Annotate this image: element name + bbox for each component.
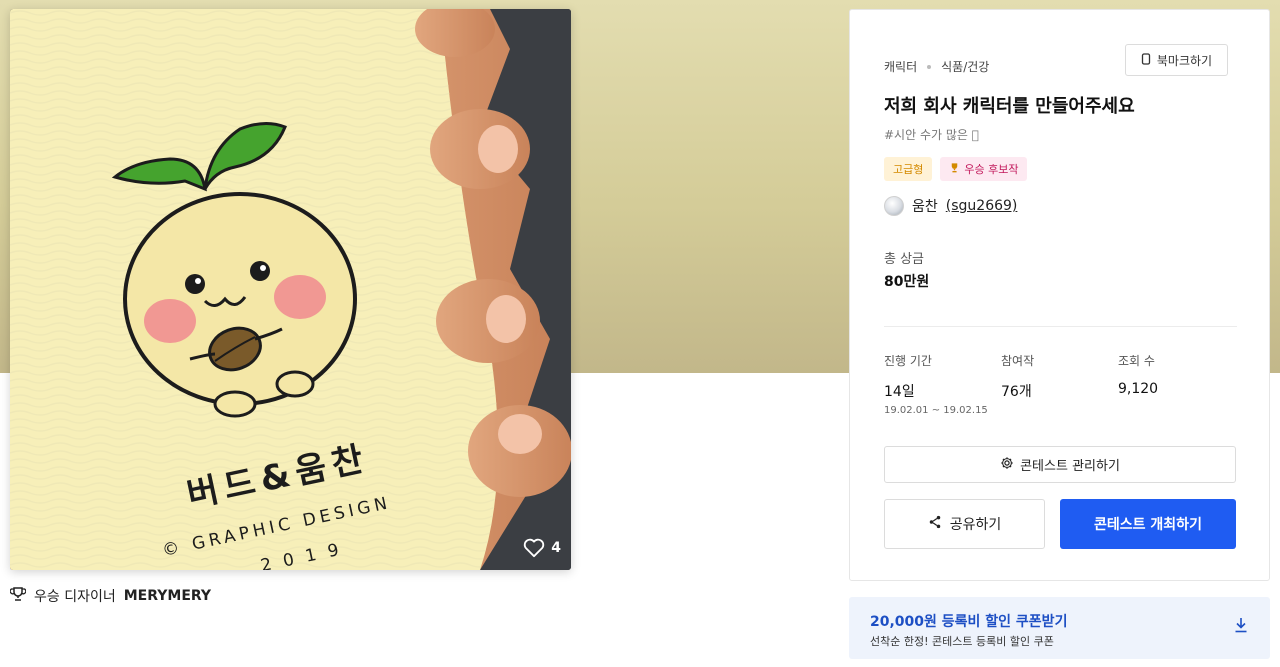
manage-contest-button[interactable]: 콘테스트 관리하기 [884,446,1236,483]
breadcrumb-subcategory[interactable]: 식품/건강 [941,58,989,75]
bookmark-label: 북마크하기 [1156,53,1213,68]
badge-group: 고급형 우승 후보작 [884,157,1028,181]
coupon-subtitle: 선착순 한정! 콘테스트 등록비 할인 쿠폰 [870,635,1054,648]
winner-prefix: 우승 디자이너 [34,589,116,605]
trophy-icon [949,162,960,176]
views-stat: 조회 수 9,120 [1118,352,1158,397]
period-value: 14일 [884,384,915,400]
period-label: 진행 기간 [884,354,932,368]
manage-contest-label: 콘테스트 관리하기 [1020,459,1120,474]
author-id[interactable]: (sgu2669) [946,198,1018,214]
contest-subtitle: #시안 수가 많은 🏻 [884,128,979,142]
entries-value: 76개 [1001,384,1032,400]
share-label: 공유하기 [949,517,1002,533]
coupon-banner[interactable]: 20,000원 등록비 할인 쿠폰받기 선착순 한정! 콘테스트 등록비 할인 … [849,597,1270,659]
prize-value: 80만원 [884,274,930,290]
entries-stat: 참여작 76개 [1001,352,1034,401]
entries-label: 참여작 [1001,354,1035,368]
award-badge: 우승 후보작 [940,157,1028,181]
winner-name[interactable]: MERYMERY [124,588,211,604]
like-button[interactable]: 4 [523,538,561,558]
bookmark-button[interactable]: 북마크하기 [1125,44,1228,76]
winner-designer: 우승 디자이너 MERYMERY [9,586,211,606]
gear-icon [1000,456,1014,474]
breadcrumb-separator [927,64,932,69]
bookmark-icon [1141,52,1151,68]
divider [884,326,1237,327]
grade-badge-label: 고급형 [893,163,924,176]
share-icon [928,515,942,533]
prize-label: 총 상금 [884,252,925,267]
host-contest-label: 콘테스트 개최하기 [1094,517,1202,533]
download-icon[interactable] [1234,617,1248,637]
like-count: 4 [551,540,561,556]
host-contest-button[interactable]: 콘테스트 개최하기 [1060,499,1236,549]
breadcrumb-category[interactable]: 캐릭터 [884,58,917,75]
views-value: 9,120 [1118,381,1159,397]
coupon-title: 20,000원 등록비 할인 쿠폰받기 [870,614,1068,630]
artwork-image[interactable]: 버드&움찬 © GRAPHIC DESIGN 2019 4 [10,9,571,570]
award-badge-label: 우승 후보작 [964,163,1019,176]
breadcrumb: 캐릭터 식품/건강 [884,58,989,75]
grade-badge: 고급형 [884,157,933,181]
contest-info-panel: 캐릭터 식품/건강 북마크하기 저희 회사 캐릭터를 만들어주세요 #시안 수가… [849,9,1270,581]
period-range: 19.02.01 ~ 19.02.15 [884,405,988,416]
contest-title: 저희 회사 캐릭터를 만들어주세요 [884,96,1135,117]
author-name: 움찬 [912,199,938,215]
contest-author[interactable]: 움찬 (sgu2669) [884,196,1017,216]
avatar [884,196,904,216]
share-button[interactable]: 공유하기 [884,499,1045,549]
period-stat: 진행 기간 14일 19.02.01 ~ 19.02.15 [884,352,988,416]
heart-icon [523,538,545,558]
views-label: 조회 수 [1118,354,1155,368]
trophy-icon [9,586,27,606]
